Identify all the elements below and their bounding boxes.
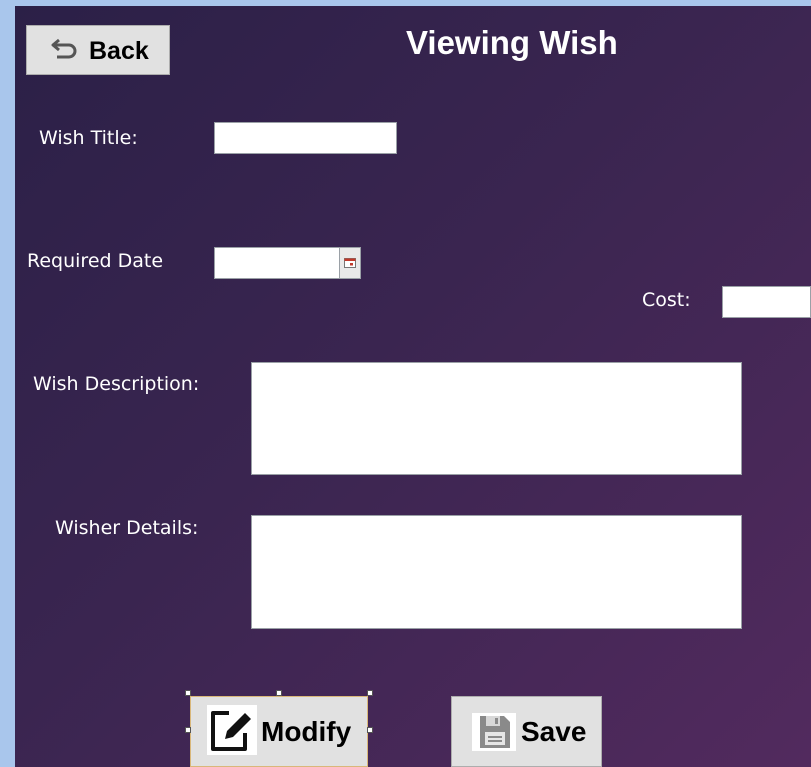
wish-title-input[interactable] [214, 122, 397, 154]
wisher-details-label: Wisher Details: [55, 517, 199, 539]
selection-handle [276, 690, 282, 696]
selection-handle [367, 727, 373, 733]
wisher-details-textarea[interactable] [251, 515, 742, 629]
wish-title-label: Wish Title: [39, 127, 138, 149]
page-title: Viewing Wish [406, 24, 618, 61]
save-button-label: Save [521, 716, 587, 747]
back-button[interactable]: Back [26, 25, 170, 75]
modify-button[interactable]: Modify [190, 696, 368, 767]
undo-arrow-icon [51, 38, 77, 59]
modify-button-label: Modify [261, 716, 352, 747]
selection-handle [367, 690, 373, 696]
selection-handle [185, 690, 191, 696]
selection-handle [185, 727, 191, 733]
save-button[interactable]: Save [451, 696, 602, 767]
cost-input[interactable] [722, 286, 811, 318]
required-date-picker[interactable] [214, 247, 361, 279]
wish-description-textarea[interactable] [251, 362, 742, 475]
back-button-label: Back [89, 37, 149, 65]
required-date-input[interactable] [214, 247, 340, 279]
edit-icon [207, 705, 257, 755]
required-date-label: Required Date [27, 250, 164, 272]
cost-label: Cost: [642, 289, 691, 311]
calendar-icon [344, 258, 356, 268]
wish-description-label: Wish Description: [33, 373, 200, 395]
calendar-dropdown-button[interactable] [339, 247, 361, 279]
floppy-disk-icon [472, 713, 516, 751]
